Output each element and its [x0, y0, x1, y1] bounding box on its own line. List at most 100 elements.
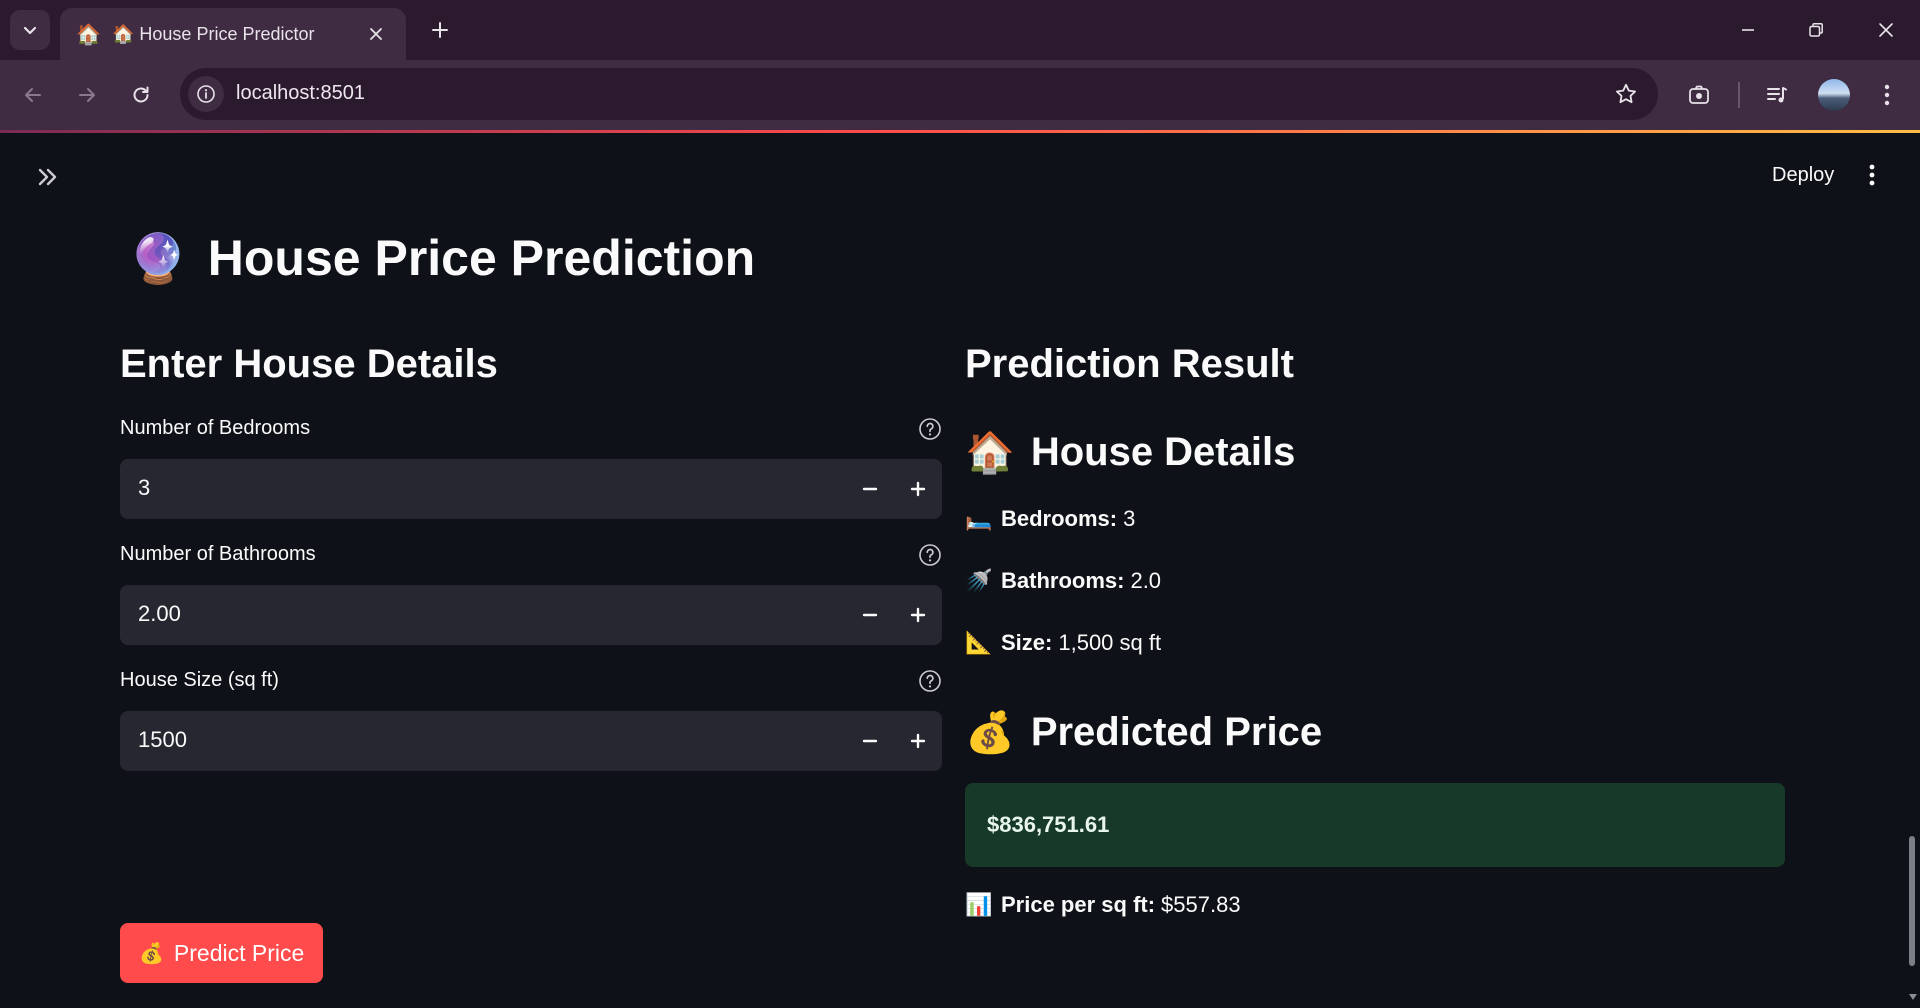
streamlit-app: Deploy 🔮 House Price Prediction Enter Ho… [0, 133, 1920, 1008]
main-menu-button[interactable] [1856, 159, 1888, 191]
price-per-sqft-value: $557.83 [1161, 892, 1241, 917]
bedrooms-decrement-button[interactable] [850, 469, 890, 509]
kebab-menu-icon [1884, 84, 1890, 106]
double-chevron-right-icon [38, 168, 57, 186]
browser-toolbar: localhost:8501 [0, 60, 1920, 130]
window-restore-button[interactable] [1796, 10, 1836, 50]
new-tab-button[interactable] [424, 14, 456, 46]
minimize-icon [1742, 29, 1754, 31]
predicted-price-value: $836,751.61 [987, 812, 1110, 837]
browser-tab-active[interactable]: 🏠 🏠 House Price Predictor [60, 8, 406, 60]
crystal-ball-icon: 🔮 [128, 232, 188, 286]
detail-bathrooms-value: 2.0 [1130, 568, 1162, 593]
question-circle-icon[interactable] [918, 669, 942, 693]
result-column: Prediction Result 🏠 House Details 🛏️ Bed… [965, 335, 1787, 917]
site-info-button[interactable] [188, 76, 224, 112]
bathrooms-number-input[interactable]: 2.00 [120, 585, 942, 645]
scroll-down-button[interactable] [1906, 990, 1920, 1004]
detail-size-label: Size: [1001, 630, 1053, 655]
screen-capture-button[interactable] [1678, 74, 1720, 116]
shower-icon: 🚿 [965, 568, 993, 593]
detail-bathrooms-label: Bathrooms: [1001, 568, 1125, 593]
address-bar[interactable]: localhost:8501 [180, 68, 1658, 120]
playlist-music-icon [1767, 87, 1787, 103]
page-title: 🔮 House Price Prediction [128, 225, 755, 291]
reload-icon [133, 86, 149, 103]
star-icon [1616, 83, 1636, 104]
bedrooms-value[interactable]: 3 [138, 475, 150, 501]
house-size-increment-button[interactable] [898, 721, 938, 761]
info-icon [197, 85, 215, 103]
chevron-down-icon [23, 26, 37, 35]
bathrooms-decrement-button[interactable] [850, 595, 890, 635]
triangle-down-icon [1909, 994, 1917, 1000]
media-controls-button[interactable] [1756, 74, 1798, 116]
tab-search-button[interactable] [10, 10, 50, 50]
browser-tab-bar: 🏠 🏠 House Price Predictor [0, 0, 1920, 60]
input-section-heading: Enter House Details [120, 342, 498, 386]
bedrooms-label: Number of Bedrooms [120, 417, 311, 439]
bathrooms-field: Number of Bathrooms 2.00 [120, 543, 942, 645]
plus-icon [910, 607, 926, 623]
house-details-heading-text: House Details [1030, 429, 1296, 474]
bedrooms-field: Number of Bedrooms 3 [120, 417, 942, 519]
bedrooms-increment-button[interactable] [898, 469, 938, 509]
window-close-button[interactable] [1866, 10, 1906, 50]
house-details-heading: 🏠 House Details [965, 423, 1295, 481]
close-icon [370, 28, 382, 40]
predict-price-button[interactable]: 💰 Predict Price [120, 923, 324, 983]
bathrooms-value[interactable]: 2.00 [138, 601, 181, 627]
scrollbar-thumb[interactable] [1909, 836, 1915, 966]
browser-menu-button[interactable] [1866, 74, 1908, 116]
reload-button[interactable] [120, 74, 162, 116]
forward-button[interactable] [66, 74, 108, 116]
deploy-button[interactable]: Deploy [1758, 155, 1848, 195]
question-circle-icon[interactable] [918, 417, 942, 441]
house-size-label: House Size (sq ft) [120, 669, 279, 691]
bathrooms-increment-button[interactable] [898, 595, 938, 635]
minus-icon [862, 487, 878, 491]
predicted-price-heading-text: Predicted Price [1030, 709, 1323, 754]
result-section-heading: Prediction Result [965, 342, 1294, 386]
question-circle-icon[interactable] [918, 543, 942, 567]
detail-size-value: 1,500 sq ft [1058, 630, 1162, 655]
house-size-number-input[interactable]: 1500 [120, 711, 942, 771]
house-size-value[interactable]: 1500 [138, 727, 187, 753]
money-bag-icon: 💰 [139, 942, 164, 965]
toolbar-divider [1738, 82, 1740, 108]
predicted-price-heading: 💰 Predicted Price [965, 703, 1322, 761]
minus-icon [862, 739, 878, 743]
back-button[interactable] [12, 74, 54, 116]
plus-icon [910, 481, 926, 497]
arrow-right-icon [79, 88, 95, 102]
price-per-sqft-label: Price per sq ft: [1001, 892, 1156, 917]
detail-bedrooms: 🛏️ Bedrooms: 3 [965, 503, 1135, 535]
predict-price-label: Predict Price [173, 939, 305, 966]
predicted-price-box: $836,751.61 [965, 783, 1785, 867]
detail-bedrooms-label: Bedrooms: [1001, 506, 1118, 531]
arrow-left-icon [25, 88, 41, 102]
tab-favicon-icon: 🏠 [76, 23, 101, 46]
profile-avatar[interactable] [1818, 79, 1850, 111]
bar-chart-icon: 📊 [965, 892, 993, 917]
bedrooms-number-input[interactable]: 3 [120, 459, 942, 519]
triangular-ruler-icon: 📐 [965, 630, 993, 655]
minus-icon [862, 613, 878, 617]
sidebar-expand-button[interactable] [30, 161, 66, 193]
url-text[interactable]: localhost:8501 [236, 82, 365, 105]
detail-bathrooms: 🚿 Bathrooms: 2.0 [965, 565, 1161, 597]
tab-title: 🏠 House Price Predictor [112, 23, 315, 44]
kebab-menu-icon [1869, 164, 1875, 186]
plus-icon [910, 733, 926, 749]
money-bag-icon: 💰 [965, 710, 1015, 755]
window-minimize-button[interactable] [1728, 10, 1768, 50]
camera-icon [1689, 85, 1709, 104]
bookmark-button[interactable] [1612, 80, 1640, 108]
tab-close-button[interactable] [362, 20, 390, 48]
bed-icon: 🛏️ [965, 506, 993, 531]
bathrooms-label: Number of Bathrooms [120, 543, 316, 565]
house-size-decrement-button[interactable] [850, 721, 890, 761]
detail-bedrooms-value: 3 [1123, 506, 1136, 531]
input-column: Enter House Details Number of Bedrooms 3… [120, 335, 942, 983]
page-title-text: House Price Prediction [207, 230, 756, 286]
